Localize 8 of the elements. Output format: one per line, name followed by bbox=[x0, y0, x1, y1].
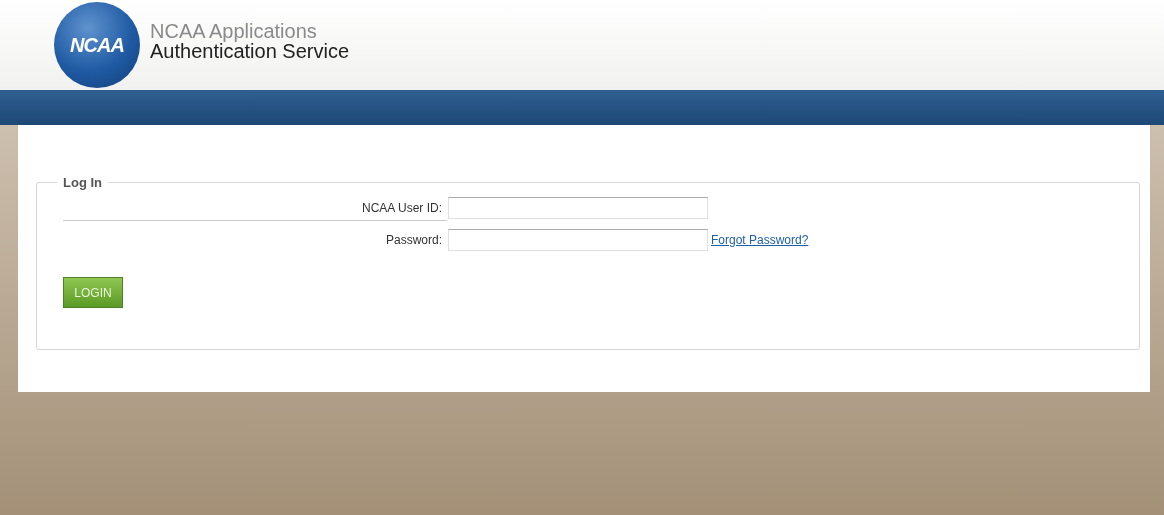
app-title: Authentication Service bbox=[150, 41, 349, 61]
field-label: Password: bbox=[384, 233, 443, 247]
field-label: NCAA User ID: bbox=[361, 201, 443, 215]
password-field[interactable] bbox=[448, 229, 708, 251]
user-id-field[interactable] bbox=[448, 197, 708, 219]
logo-text: NCAA bbox=[70, 33, 124, 57]
forgot-password-link[interactable]: Forgot Password? bbox=[711, 233, 809, 247]
login-legend: Log In bbox=[57, 175, 108, 190]
